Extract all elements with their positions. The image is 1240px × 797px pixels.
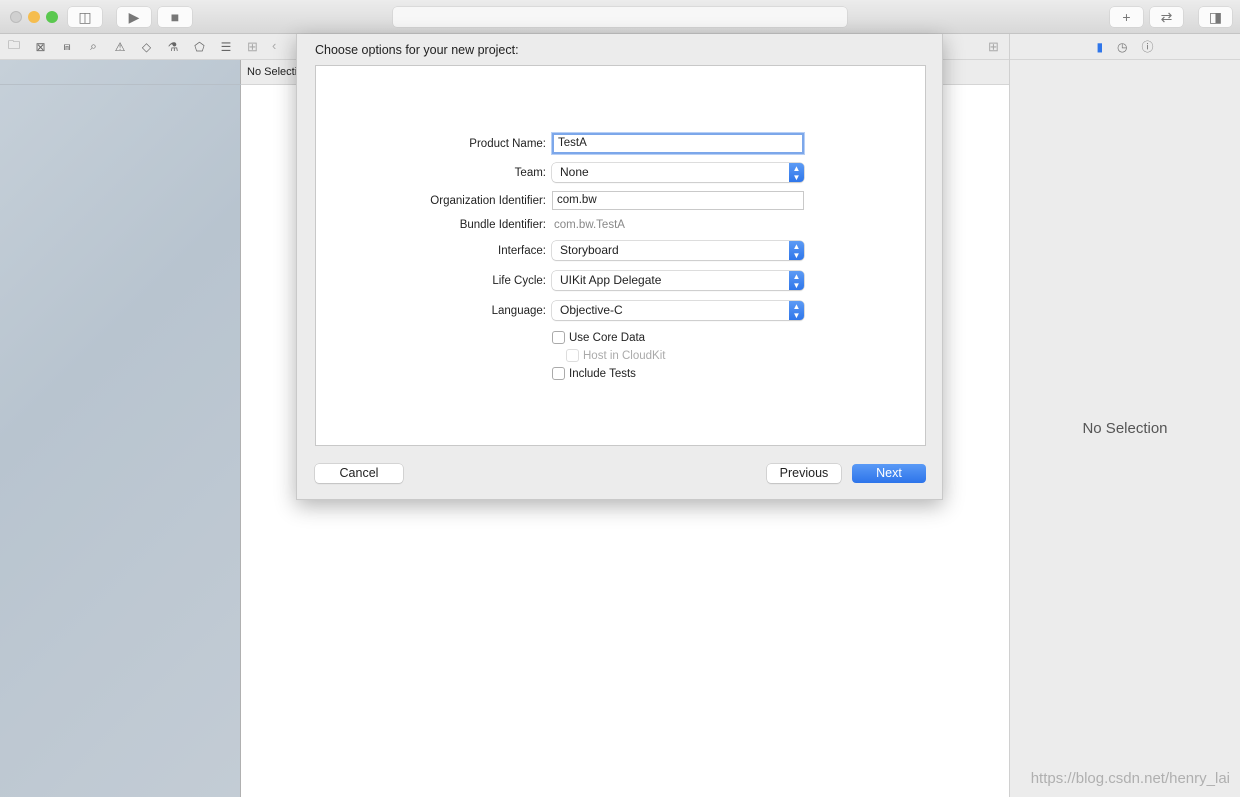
inspector-no-selection: No Selection: [1082, 420, 1168, 437]
life-cycle-label: Life Cycle:: [492, 275, 546, 287]
stop-icon: ■: [170, 9, 180, 25]
inspector-panel: ▮ ◷ ⓘ No Selection: [1009, 34, 1240, 797]
test-icon[interactable]: ◇: [139, 40, 155, 54]
team-popup[interactable]: None ▲ ▼: [552, 163, 804, 182]
report-icon[interactable]: ☰: [218, 40, 234, 54]
updown-chevron-icon: ▲ ▼: [789, 241, 804, 260]
source-control-icon[interactable]: ⊠: [33, 40, 49, 54]
previous-button[interactable]: Previous: [767, 464, 841, 483]
interface-popup[interactable]: Storyboard ▲ ▼: [552, 241, 804, 260]
checkbox-box[interactable]: [552, 367, 565, 380]
library-button[interactable]: +: [1110, 7, 1143, 27]
stop-button[interactable]: ■: [158, 7, 192, 27]
checkbox-box: [566, 349, 579, 362]
run-button[interactable]: ▶: [117, 7, 151, 27]
use-core-data-checkbox[interactable]: Use Core Data: [552, 331, 645, 344]
grid-icon[interactable]: ⊞: [247, 39, 258, 55]
updown-chevron-icon: ▲ ▼: [789, 271, 804, 290]
life-cycle-value: UIKit App Delegate: [560, 273, 662, 287]
checkbox-box[interactable]: [552, 331, 565, 344]
life-cycle-popup[interactable]: UIKit App Delegate ▲ ▼: [552, 271, 804, 290]
folder-icon[interactable]: 🗀: [6, 36, 22, 57]
title-bar: ◫ ▶ ■ + ⇄ ◨: [0, 0, 1240, 34]
minimize-button[interactable]: [28, 11, 40, 23]
include-tests-label: Include Tests: [569, 367, 636, 380]
bundle-id-value: com.bw.TestA: [554, 219, 625, 231]
sheet-title: Choose options for your new project:: [315, 43, 519, 57]
help-icon[interactable]: ⓘ: [1142, 38, 1154, 55]
org-id-label: Organization Identifier:: [430, 195, 546, 207]
close-button[interactable]: [10, 11, 22, 23]
updown-chevron-icon: ▲ ▼: [789, 163, 804, 182]
cancel-button[interactable]: Cancel: [315, 464, 403, 483]
language-popup[interactable]: Objective-C ▲ ▼: [552, 301, 804, 320]
navigator-toggle-button[interactable]: ◫: [68, 7, 102, 27]
language-label: Language:: [491, 305, 546, 317]
use-core-data-label: Use Core Data: [569, 331, 646, 344]
product-name-label: Product Name:: [469, 138, 546, 150]
search-icon[interactable]: ⌕: [86, 39, 102, 54]
history-icon[interactable]: ◷: [1117, 40, 1127, 54]
plus-icon: +: [1122, 9, 1131, 25]
activity-view: [393, 7, 847, 27]
sidebar-left-icon: ◫: [78, 8, 92, 25]
watermark: https://blog.csdn.net/henry_lai: [1030, 770, 1230, 787]
inspector-toggle-button[interactable]: ◨: [1199, 7, 1232, 27]
new-project-options-sheet: Choose options for your new project: Pro…: [296, 34, 943, 500]
product-name-field[interactable]: TestA: [552, 133, 804, 154]
host-in-cloudkit-checkbox: Host in CloudKit: [566, 349, 665, 362]
options-form: Product Name: TestA Team: None ▲ ▼ Organiz…: [315, 65, 926, 446]
interface-label: Interface:: [498, 245, 546, 257]
org-id-field[interactable]: com.bw: [552, 191, 804, 210]
navigator-panel: [0, 60, 241, 797]
navigator-selector-bar: 🗀 ⊠ ⩎ ⌕ ⚠ ◇ ⚗ ⬠ ☰: [0, 34, 241, 60]
code-review-button[interactable]: ⇄: [1150, 7, 1183, 27]
breakpoint-icon[interactable]: ⬠: [192, 40, 208, 54]
include-tests-checkbox[interactable]: Include Tests: [552, 367, 636, 380]
interface-value: Storyboard: [560, 243, 619, 257]
next-button[interactable]: Next: [852, 464, 926, 483]
zoom-button[interactable]: [46, 11, 58, 23]
host-in-cloudkit-label: Host in CloudKit: [583, 349, 666, 362]
updown-chevron-icon: ▲ ▼: [789, 301, 804, 320]
hierarchy-icon[interactable]: ⩎: [59, 39, 75, 54]
bundle-id-label: Bundle Identifier:: [459, 219, 546, 231]
play-icon: ▶: [128, 8, 140, 25]
team-value: None: [560, 165, 589, 179]
sidebar-right-icon: ◨: [1208, 8, 1223, 25]
debug-icon[interactable]: ⚗: [165, 40, 181, 54]
team-label: Team:: [514, 167, 546, 179]
swap-arrows-icon: ⇄: [1160, 8, 1173, 25]
back-icon[interactable]: ‹: [272, 38, 276, 53]
warning-icon[interactable]: ⚠: [112, 40, 128, 54]
file-inspector-icon[interactable]: ▮: [1096, 40, 1103, 54]
language-value: Objective-C: [560, 303, 623, 317]
add-editor-icon[interactable]: ⊞: [988, 39, 999, 55]
